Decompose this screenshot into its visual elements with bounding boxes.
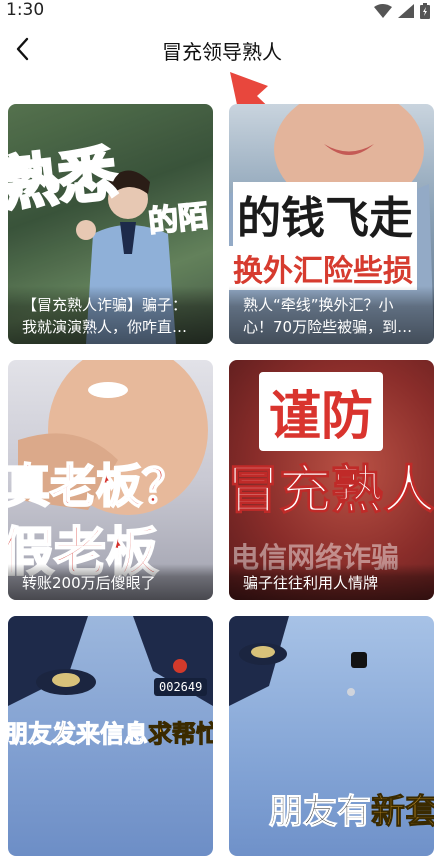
thumbnail-overlay-text-part: 朋友发来信息 bbox=[8, 720, 149, 749]
thumbnail-overlay-text-part: 朋友有 bbox=[269, 792, 372, 833]
thumbnail-overlay-text-part: 新套路 bbox=[371, 792, 435, 833]
thumbnail-overlay-text-part: 求帮忙 bbox=[148, 720, 214, 749]
police-badge-number: 002649 bbox=[154, 678, 208, 696]
video-caption-text: 骗子往往利用人情牌 bbox=[243, 574, 379, 592]
video-thumbnail: 朋友有新套路 bbox=[229, 616, 434, 856]
video-caption-text: 【冒充熟人诈骗】骗子：我就演演熟人，你咋直接打200万？！ bbox=[22, 296, 188, 336]
thumbnail-overlay-text: 换外汇险些损 bbox=[229, 246, 417, 290]
thumbnail-overlay-text: 谨防 bbox=[259, 372, 384, 451]
video-caption-text: 熟人“牵线”换外汇？小心！70万险些被骗，到账的钱竟能撤回！ bbox=[243, 296, 413, 336]
thumbnail-overlay-text: 朋友发来信息求帮忙 bbox=[8, 714, 213, 749]
video-card[interactable]: 朋友有新套路 bbox=[229, 616, 434, 856]
video-caption-text: 转账200万后傻眼了 bbox=[22, 574, 156, 592]
video-caption: 熟人“牵线”换外汇？小心！70万险些被骗，到账的钱竟能撤回！ bbox=[229, 286, 434, 344]
video-card[interactable]: 的钱飞走 换外汇险些损 熟人“牵线”换外汇？小心！70万险些被骗，到账的钱竟能撤… bbox=[229, 104, 434, 344]
thumbnail-overlay-text: 朋友有新套路 bbox=[269, 784, 435, 833]
video-card[interactable]: 002649 朋友发来信息求帮忙 bbox=[8, 616, 213, 856]
video-caption: 【冒充熟人诈骗】骗子：我就演演熟人，你咋直接打200万？！ bbox=[8, 286, 213, 344]
status-bar: 1:30 bbox=[0, 0, 444, 22]
page-title: 冒充领导熟人 bbox=[162, 40, 282, 64]
status-icons bbox=[374, 3, 430, 19]
signal-icon bbox=[398, 4, 414, 18]
thumbnail-overlay-text: 熟悉 bbox=[8, 138, 121, 221]
thumbnail-overlay-text: 的钱飞走 bbox=[233, 182, 417, 246]
wifi-icon bbox=[374, 4, 392, 18]
thumbnail-overlay-text: 的陌 bbox=[146, 198, 211, 241]
thumbnail-overlay-text: 真老板？ bbox=[8, 458, 189, 514]
video-card[interactable]: 熟悉 的陌 【冒充熟人诈骗】骗子：我就演演熟人，你咋直接打200万？！ bbox=[8, 104, 213, 344]
video-card[interactable]: 谨防 冒充熟人 电信网络诈骗 骗子往往利用人情牌 bbox=[229, 360, 434, 600]
thumbnail-overlay-text: 冒充熟人 bbox=[229, 461, 434, 522]
app-bar: 冒充领导熟人 bbox=[0, 22, 444, 80]
status-time: 1:30 bbox=[6, 0, 45, 20]
video-card[interactable]: 真老板？ 假老板 转账200万后傻眼了 bbox=[8, 360, 213, 600]
video-caption: 转账200万后傻眼了 bbox=[8, 564, 213, 600]
video-caption: 骗子往往利用人情牌 bbox=[229, 564, 434, 600]
battery-icon bbox=[420, 3, 430, 19]
video-thumbnail: 002649 朋友发来信息求帮忙 bbox=[8, 616, 213, 856]
